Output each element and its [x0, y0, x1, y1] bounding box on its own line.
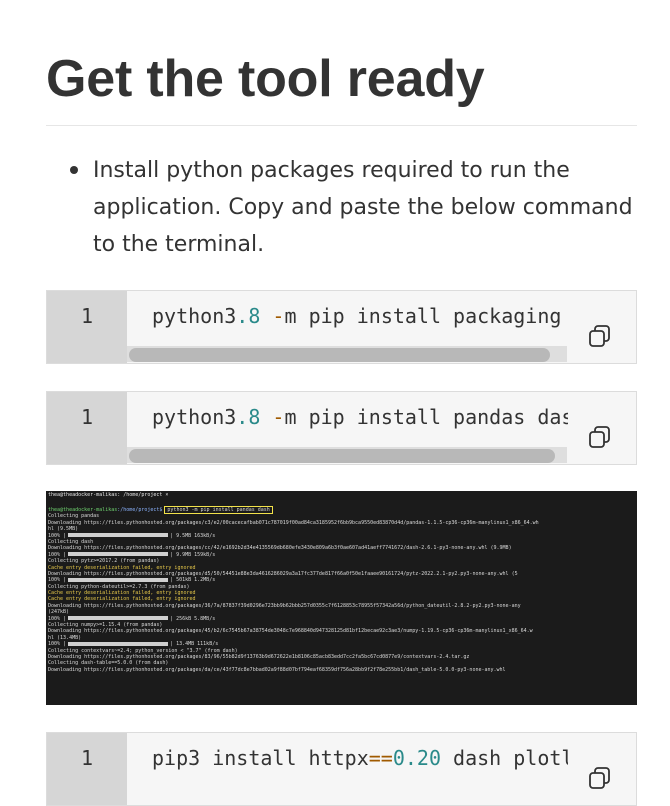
terminal-line-text: Collecting dash-table==5.0.0 (from dash): [48, 660, 169, 667]
progress-bar: [68, 533, 169, 538]
terminal-screenshot: thea@theadocker-malikas: /home/project ×…: [46, 491, 637, 705]
code-token: pip3 install httpx: [152, 746, 369, 770]
code-token: m pip install packaging: [284, 304, 562, 328]
code-number: .8: [236, 405, 261, 429]
progress-bar: [68, 641, 169, 646]
list-bullet: [70, 166, 78, 174]
terminal-line-text: Collecting python-dateutil>=2.7.3 (from …: [48, 583, 190, 590]
terminal-line-text: Downloading https://files.pythonhosted.o…: [48, 653, 470, 660]
terminal-line-text: 100% |: [48, 532, 67, 539]
heading-divider: [46, 125, 637, 126]
terminal-line-text: hl (13.4MB): [48, 634, 82, 641]
terminal-line-text: (247kB): [48, 609, 70, 616]
line-number: 1: [80, 304, 94, 328]
progress-stats: | 256kB 5.8MB/s: [170, 615, 216, 622]
terminal-line-text: Downloading https://files.pythonhosted.o…: [48, 666, 506, 673]
terminal-line-text: hl (9.5MB): [48, 526, 79, 533]
copy-icon[interactable]: [587, 323, 613, 349]
line-number: 1: [80, 746, 94, 770]
terminal-lines: Collecting pandas Downloading https://fi…: [48, 513, 637, 673]
terminal-line-text: Downloading https://files.pythonhosted.o…: [48, 602, 521, 609]
code-token: dash plotly: [453, 746, 568, 770]
progress-bar: [68, 577, 169, 582]
terminal-line-text: Downloading https://files.pythonhosted.o…: [48, 570, 518, 577]
code-block-packaging: 1 python3.8 -m pip install packaging: [46, 290, 637, 364]
terminal-line-text: Cache entry deserialization failed, entr…: [48, 590, 196, 597]
terminal-line-text: Collecting dash: [48, 538, 94, 545]
code-operator: -: [260, 405, 285, 429]
terminal-line-text: 100% |: [48, 641, 67, 648]
progress-stats: | 13.4MB 111kB/s: [170, 641, 219, 648]
terminal-line-text: 100% |: [48, 615, 67, 622]
code-block-pandas-dash: 1 python3.8 -m pip install pandas dash: [46, 391, 637, 465]
terminal-line-text: 100% |: [48, 577, 67, 584]
install-instruction: Install python packages required to run …: [93, 158, 633, 257]
progress-bar: [68, 552, 169, 557]
terminal-line-text: Collecting contextvars~=2.4; python_vers…: [48, 647, 238, 654]
terminal-line-text: Collecting pytz>=2017.2 (from pandas): [48, 558, 160, 565]
copy-icon[interactable]: [587, 424, 613, 450]
terminal-line-text: Downloading https://files.pythonhosted.o…: [48, 519, 539, 526]
prompt-path: :/home/project$: [117, 507, 163, 513]
terminal-line-text: Cache entry deserialization failed, entr…: [48, 596, 196, 603]
highlighted-command: python3 -m pip install pandas dash: [164, 506, 273, 514]
terminal-line-text: 100% |: [48, 551, 67, 558]
code-line[interactable]: pip3 install httpx==0.20 dash plotly: [152, 746, 568, 770]
code-operator: ==: [368, 746, 393, 770]
terminal-output: thea@theadocker-malikas:/home/project$ p…: [48, 506, 637, 673]
progress-bar: [68, 616, 169, 621]
scrollbar-thumb[interactable]: [129, 449, 555, 463]
line-number: 1: [80, 405, 94, 429]
prompt-user: thea@theadocker-malikas: [48, 507, 118, 513]
code-token: m pip install pandas dash: [284, 405, 568, 429]
terminal-tab-title: thea@theadocker-malikas: /home/project ×: [48, 492, 169, 498]
scrollbar-thumb[interactable]: [129, 348, 550, 362]
terminal-line-text: Downloading https://files.pythonhosted.o…: [48, 628, 533, 635]
copy-icon[interactable]: [587, 765, 613, 791]
code-line[interactable]: python3.8 -m pip install pandas dash: [152, 405, 568, 429]
terminal-line-text: Collecting pandas: [48, 513, 100, 520]
terminal-line-text: Downloading https://files.pythonhosted.o…: [48, 545, 512, 552]
progress-stats: | 501kB 1.2MB/s: [170, 577, 216, 584]
terminal-line: Downloading https://files.pythonhosted.o…: [48, 667, 637, 673]
code-token: python3: [152, 405, 237, 429]
code-number: .8: [236, 304, 261, 328]
code-block-httpx: 1 pip3 install httpx==0.20 dash plotly: [46, 732, 637, 806]
code-token: python3: [152, 304, 237, 328]
progress-stats: | 9.9MB 159kB/s: [170, 551, 216, 558]
code-operator: -: [260, 304, 285, 328]
terminal-line-text: Collecting numpy>=1.15.4 (from pandas): [48, 622, 163, 629]
page-title: Get the tool ready: [46, 50, 485, 108]
terminal-line-text: Cache entry deserialization failed, entr…: [48, 564, 196, 571]
progress-stats: | 9.5MB 163kB/s: [170, 532, 216, 539]
code-number: 0.20: [392, 746, 442, 770]
code-line[interactable]: python3.8 -m pip install packaging: [152, 304, 568, 328]
